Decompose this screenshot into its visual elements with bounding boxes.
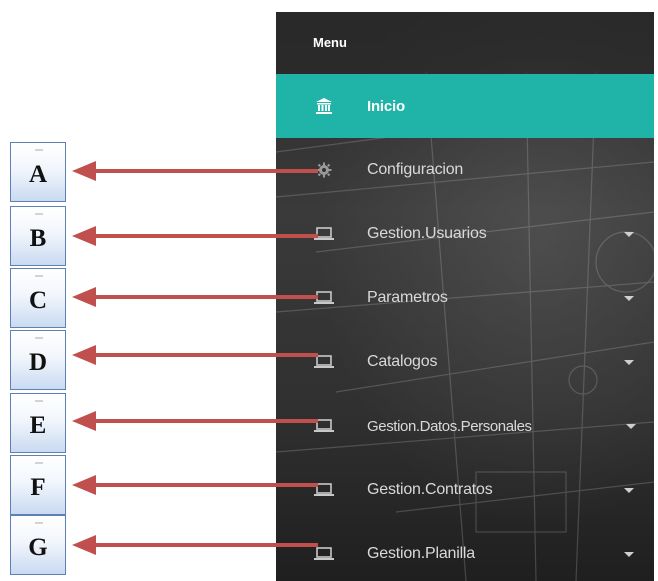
- bank-icon: [314, 96, 334, 116]
- menu-item-catalogos[interactable]: Catalogos: [276, 330, 654, 394]
- annotation-letter: C: [28, 287, 48, 314]
- laptop-icon: [314, 352, 334, 372]
- annotation-label-f: F: [10, 455, 66, 515]
- annotation-letter: D: [28, 349, 48, 376]
- menu-item-gestion-planilla[interactable]: Gestion.Planilla: [276, 522, 654, 581]
- menu-item-inicio[interactable]: Inicio: [276, 74, 654, 138]
- box-tick: [35, 400, 43, 402]
- annotation-letter: A: [28, 161, 48, 188]
- menu-item-parametros[interactable]: Parametros: [276, 266, 654, 330]
- laptop-icon: [314, 480, 334, 500]
- menu-item-label: Parametros: [367, 289, 448, 306]
- menu-item-gestion-datos-personales[interactable]: Gestion.Datos.Personales: [276, 394, 654, 458]
- annotation-label-e: E: [10, 393, 66, 453]
- annotation-label-a: A: [10, 142, 66, 202]
- annotation-label-g: G: [10, 515, 66, 575]
- menu-item-gestion-usuarios[interactable]: Gestion.Usuarios: [276, 202, 654, 266]
- box-tick: [35, 213, 43, 215]
- box-tick: [35, 149, 43, 151]
- annotation-letter: E: [29, 412, 47, 439]
- annotation-label-d: D: [10, 330, 66, 390]
- sidebar-menu: Menu Inicio Configuracion Gestion.Usuari…: [276, 12, 654, 581]
- menu-header: Menu: [276, 12, 654, 74]
- annotation-label-b: B: [10, 206, 66, 266]
- annotation-letter: G: [28, 534, 48, 561]
- annotation-letter: F: [30, 474, 46, 501]
- chevron-down-icon: [624, 360, 634, 365]
- box-tick: [35, 337, 43, 339]
- chevron-down-icon: [624, 232, 634, 237]
- box-tick: [35, 522, 43, 524]
- menu-item-gestion-contratos[interactable]: Gestion.Contratos: [276, 458, 654, 522]
- chevron-down-icon: [624, 296, 634, 301]
- menu-item-label: Configuracion: [367, 161, 464, 178]
- gear-icon: [314, 160, 334, 180]
- annotation-letter: B: [29, 225, 47, 252]
- menu-item-label: Gestion.Datos.Personales: [367, 417, 532, 435]
- laptop-icon: [314, 544, 334, 564]
- annotation-label-c: C: [10, 268, 66, 328]
- menu-item-label: Catalogos: [367, 353, 438, 370]
- menu-title: Menu: [313, 34, 347, 50]
- laptop-icon: [314, 224, 334, 244]
- chevron-down-icon: [626, 424, 636, 429]
- box-tick: [35, 462, 43, 464]
- menu-item-label: Inicio: [367, 97, 405, 115]
- chevron-down-icon: [624, 552, 634, 557]
- chevron-down-icon: [624, 488, 634, 493]
- laptop-icon: [314, 288, 334, 308]
- menu-item-label: Gestion.Contratos: [367, 481, 493, 498]
- laptop-icon: [314, 416, 334, 436]
- menu-item-configuracion[interactable]: Configuracion: [276, 138, 654, 202]
- menu-item-label: Gestion.Usuarios: [367, 225, 487, 242]
- box-tick: [35, 275, 43, 277]
- menu-item-label: Gestion.Planilla: [367, 545, 475, 562]
